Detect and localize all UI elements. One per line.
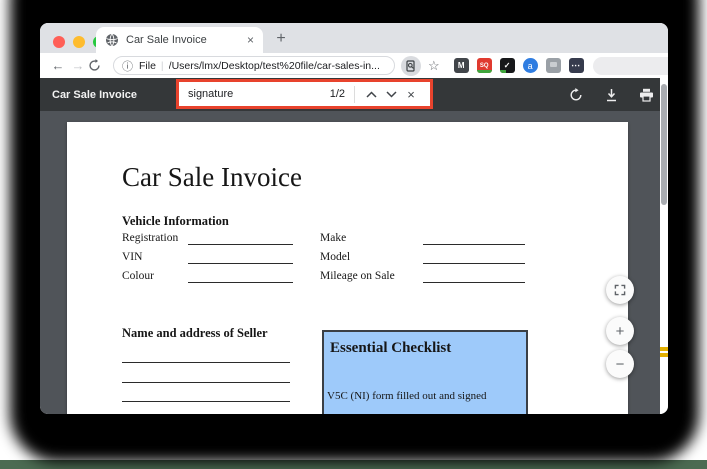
- extension-icons: M SQ ✓ a ⋯: [453, 58, 584, 73]
- pdf-toolbar: Car Sale Invoice signature 1/2 ×: [40, 78, 668, 111]
- pdf-document-title: Car Sale Invoice: [52, 88, 137, 101]
- browser-window: Car Sale Invoice × + ← → ⓘ File | /Users…: [40, 23, 668, 414]
- tab-strip: Car Sale Invoice × +: [40, 23, 668, 53]
- screenshot-canvas: Car Sale Invoice × + ← → ⓘ File | /Users…: [0, 0, 707, 469]
- new-tab-button[interactable]: +: [268, 26, 294, 52]
- seller-heading: Name and address of Seller: [122, 326, 268, 340]
- find-next-button[interactable]: [381, 83, 401, 105]
- blank-line: [423, 263, 525, 264]
- field-label: Registration: [122, 232, 179, 244]
- blank-line: [122, 362, 290, 363]
- extension-sq-icon[interactable]: SQ: [476, 58, 492, 73]
- find-previous-button[interactable]: [361, 83, 381, 105]
- pdf-find-in-page-icon[interactable]: [401, 55, 421, 76]
- print-icon[interactable]: [638, 87, 654, 103]
- browser-tab[interactable]: Car Sale Invoice ×: [96, 27, 263, 53]
- tab-title: Car Sale Invoice: [126, 34, 207, 46]
- reload-button[interactable]: [88, 59, 108, 72]
- blank-line: [423, 282, 525, 283]
- find-divider: [354, 85, 355, 103]
- field-label: Colour: [122, 270, 154, 282]
- url-path-text: /Users/lmx/Desktop/test%20file/car-sales…: [168, 59, 380, 72]
- pdf-page: Car Sale Invoice Vehicle Information Reg…: [67, 122, 628, 414]
- bookmark-star-icon[interactable]: ☆: [428, 58, 440, 74]
- profile-button[interactable]: [592, 56, 668, 75]
- find-bar: signature 1/2 ×: [176, 79, 433, 109]
- find-result-marker: [660, 347, 668, 351]
- close-window-button[interactable]: [53, 36, 65, 48]
- rotate-icon[interactable]: [568, 87, 584, 103]
- blank-line: [188, 263, 293, 264]
- back-button[interactable]: ←: [48, 58, 68, 73]
- field-label: Make: [320, 232, 347, 244]
- scrollbar-track[interactable]: [660, 78, 668, 414]
- tab-close-icon[interactable]: ×: [247, 33, 254, 47]
- download-icon[interactable]: [603, 87, 619, 103]
- forward-button: →: [71, 58, 85, 73]
- blank-line: [122, 382, 290, 383]
- extension-dots-icon[interactable]: ⋯: [568, 58, 584, 73]
- field-label: Mileage on Sale: [320, 270, 395, 282]
- extension-a-icon[interactable]: a: [522, 58, 538, 73]
- essential-checklist-box: Essential Checklist V5C (NI) form filled…: [322, 330, 528, 414]
- fit-page-button[interactable]: [606, 276, 634, 304]
- url-separator: |: [160, 59, 164, 72]
- blank-line: [188, 282, 293, 283]
- checklist-item: V5C (NI) form filled out and signed: [327, 390, 487, 402]
- extension-check-icon[interactable]: ✓: [499, 58, 515, 73]
- minimize-window-button[interactable]: [73, 36, 85, 48]
- scrollbar-thumb[interactable]: [661, 84, 667, 205]
- blank-line: [423, 244, 525, 245]
- extension-m-icon[interactable]: M: [453, 58, 469, 73]
- address-bar: ← → ⓘ File | /Users/lmx/Desktop/test%20f…: [40, 53, 668, 78]
- vehicle-row-registration-make: Registration Make: [122, 232, 592, 247]
- vehicle-row-colour-mileage: Colour Mileage on Sale: [122, 270, 592, 285]
- document-title: Car Sale Invoice: [122, 162, 302, 192]
- pdf-toolbar-actions: [568, 78, 654, 111]
- find-input[interactable]: signature: [188, 88, 330, 100]
- field-label: Model: [320, 251, 351, 263]
- page-info-icon[interactable]: ⓘ: [122, 58, 133, 74]
- field-label: VIN: [122, 251, 143, 263]
- zoom-in-button[interactable]: +: [606, 317, 634, 345]
- url-scheme-label: File: [139, 59, 156, 72]
- find-close-button[interactable]: ×: [401, 83, 421, 105]
- blank-line: [188, 244, 293, 245]
- globe-favicon-icon: [105, 33, 119, 47]
- zoom-out-button[interactable]: −: [606, 350, 634, 378]
- vehicle-information-heading: Vehicle Information: [122, 214, 229, 228]
- find-result-marker: [660, 353, 668, 357]
- pdf-viewer: Car Sale Invoice signature 1/2 × Car Sal…: [40, 78, 668, 414]
- blank-line: [122, 401, 290, 402]
- vehicle-row-vin-model: VIN Model: [122, 251, 592, 266]
- url-field[interactable]: ⓘ File | /Users/lmx/Desktop/test%20file/…: [113, 56, 395, 75]
- find-match-count: 1/2: [329, 88, 345, 100]
- checklist-heading: Essential Checklist: [330, 340, 452, 356]
- extension-gray-icon[interactable]: [545, 58, 561, 73]
